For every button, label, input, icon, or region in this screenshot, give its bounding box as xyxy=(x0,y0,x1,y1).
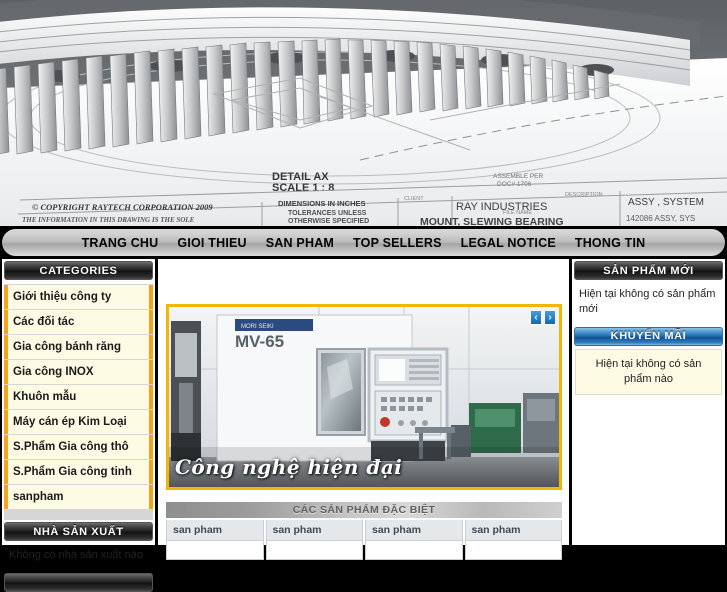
product-card-label: san pham xyxy=(366,520,462,541)
slideshow-prev-button[interactable]: ‹ xyxy=(530,310,542,325)
nav-menu: TRANG CHU GIOI THIEU SAN PHAM TOP SELLER… xyxy=(79,234,649,252)
extra-panel-header xyxy=(4,573,153,592)
product-card-label: san pham xyxy=(267,520,363,541)
sidebar-item-sp-gia-cong-tinh[interactable]: S.Phẩm Gia công tinh xyxy=(4,460,153,484)
new-products-panel-header: SẢN PHẨM MỚI xyxy=(574,261,723,280)
banner-client-label: CLIENT xyxy=(404,196,424,202)
product-card[interactable]: san pham xyxy=(166,520,264,560)
banner-description-label: DESCRIPTION xyxy=(565,192,603,198)
banner-filename: 142086 ASSY, SYS xyxy=(626,214,695,223)
slideshow-next-button[interactable]: › xyxy=(544,310,556,325)
banner-description: ASSY , SYSTEM xyxy=(628,197,704,208)
product-card[interactable]: san pham xyxy=(465,520,563,560)
categories-list: Giới thiệu công ty Các đối tác Gia công … xyxy=(4,284,153,511)
new-products-empty-text: Hiện tại không có sản phẩm mới xyxy=(572,280,725,325)
promotions-empty-text: Hiện tại không có sản phẩm nào xyxy=(576,350,721,395)
sidebar-item-gia-cong-inox[interactable]: Gia công INOX xyxy=(4,360,153,384)
manufacturers-empty-text: Không có nhà sản xuất nào xyxy=(2,541,155,571)
banner-dimensions: DIMENSIONS IN INCHES xyxy=(278,199,366,208)
nav-item-gioi-thieu[interactable]: GIOI THIEU xyxy=(174,234,249,252)
banner-copyright: © COPYRIGHT RAYTECH CORPORATION 2009 xyxy=(32,202,213,212)
sidebar-item-khuon-mau[interactable]: Khuôn mẫu xyxy=(4,385,153,409)
banner-assemble-label: ASSEMBLE PER xyxy=(493,173,544,180)
promotions-panel-header: KHUYẾN MÃI xyxy=(574,327,723,346)
slideshow-caption: Công nghệ hiện đại xyxy=(175,455,402,479)
main-navigation: TRANG CHU GIOI THIEU SAN PHAM TOP SELLER… xyxy=(2,229,725,256)
nav-item-top-sellers[interactable]: TOP SELLERS xyxy=(350,234,445,252)
sidebar-item-sp-gia-cong-tho[interactable]: S.Phẩm Gia công thô xyxy=(4,435,153,459)
nav-item-san-pham[interactable]: SAN PHAM xyxy=(263,234,337,252)
site-banner: DETAIL AX SCALE 1 : 8 ASSEMBLE PER DOC# … xyxy=(0,0,727,226)
svg-text:MORI SEIKI: MORI SEIKI xyxy=(241,324,274,330)
product-card[interactable]: san pham xyxy=(365,520,463,560)
sidebar-divider xyxy=(4,511,153,520)
featured-products-section: CÁC SẢN PHẨM ĐẶC BIỆT san pham san pham … xyxy=(166,502,562,560)
nav-item-legal-notice[interactable]: LEGAL NOTICE xyxy=(458,234,559,252)
product-card-image xyxy=(466,541,562,559)
banner-otherwise: OTHERWISE SPECIFIED xyxy=(288,218,369,225)
hero-slideshow[interactable]: MORI SEIKI MV-65 xyxy=(166,304,562,490)
banner-notice: THE INFORMATION IN THIS DRAWING IS THE S… xyxy=(22,216,195,224)
promotions-panel-body: Hiện tại không có sản phẩm nào xyxy=(575,349,722,396)
sidebar-item-gioi-thieu-cong-ty[interactable]: Giới thiệu công ty xyxy=(4,285,153,309)
left-sidebar: CATEGORIES Giới thiệu công ty Các đối tá… xyxy=(2,259,155,545)
nav-item-trang-chu[interactable]: TRANG CHU xyxy=(79,234,162,252)
slideshow-controls: ‹ › xyxy=(530,310,556,325)
banner-client: RAY INDUSTRIES xyxy=(456,201,547,213)
banner-tolerances: TOLERANCES UNLESS xyxy=(288,210,367,217)
product-card-image xyxy=(267,541,363,559)
main-content: MORI SEIKI MV-65 xyxy=(158,259,569,545)
product-card-image xyxy=(167,541,263,559)
nav-item-thong-tin[interactable]: THONG TIN xyxy=(572,234,649,252)
sidebar-item-may-can-ep-kim-loai[interactable]: Máy cán ép Kim Loại xyxy=(4,410,153,434)
banner-part: MOUNT, SLEWING BEARING xyxy=(420,216,564,226)
banner-filename-label: FILE NAME xyxy=(503,210,532,216)
categories-panel-header: CATEGORIES xyxy=(4,261,153,280)
sidebar-item-cac-doi-tac[interactable]: Các đối tác xyxy=(4,310,153,334)
product-card-label: san pham xyxy=(466,520,562,541)
right-sidebar: SẢN PHẨM MỚI Hiện tại không có sản phẩm … xyxy=(572,259,725,545)
product-card-label: san pham xyxy=(167,520,263,541)
sidebar-item-sanpham[interactable]: sanpham xyxy=(4,485,153,509)
sidebar-item-gia-cong-banh-rang[interactable]: Gia công bánh răng xyxy=(4,335,153,359)
featured-products-title: CÁC SẢN PHẨM ĐẶC BIỆT xyxy=(166,502,562,518)
product-card-image xyxy=(366,541,462,559)
slideshow-machine-label: MV-65 xyxy=(235,332,284,351)
manufacturers-panel-header: NHÀ SẢN XUẤT xyxy=(4,522,153,541)
product-card[interactable]: san pham xyxy=(266,520,364,560)
banner-blueprint-illustration: DETAIL AX SCALE 1 : 8 ASSEMBLE PER DOC# … xyxy=(0,0,727,226)
featured-products-row: san pham san pham san pham san pham xyxy=(166,520,562,560)
